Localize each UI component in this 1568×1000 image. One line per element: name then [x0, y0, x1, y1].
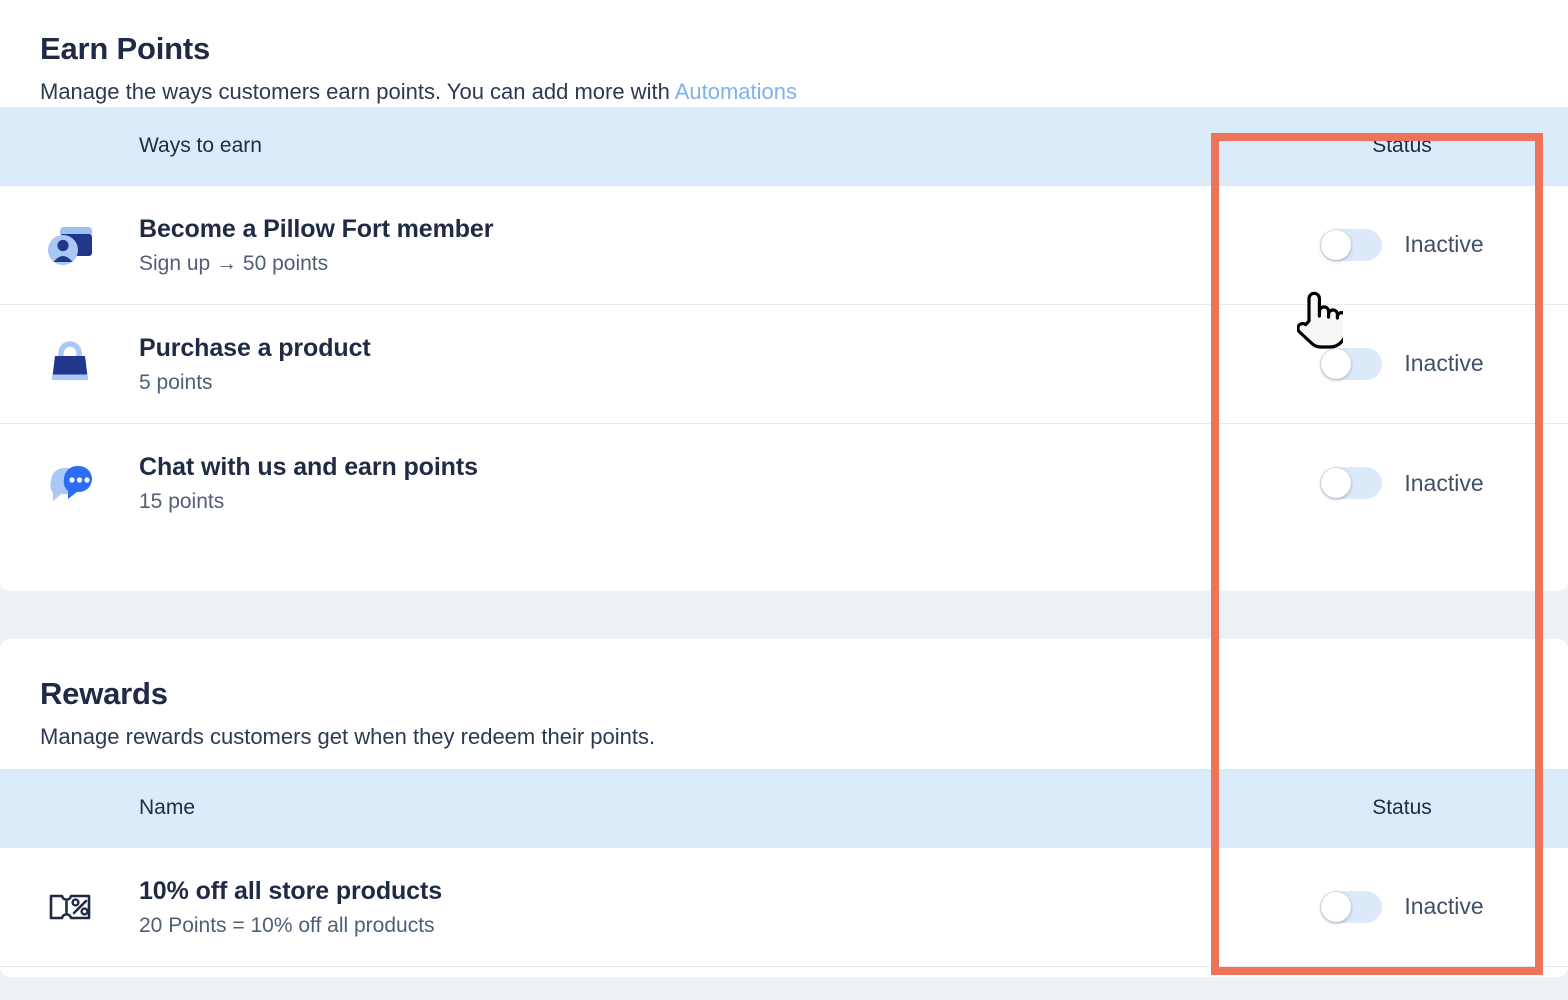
rewards-row-texts-0: 10% off all store products 20 Points = 1… — [139, 876, 442, 938]
earn-row-main-0: Become a Pillow Fort member Sign up → 50… — [0, 214, 1236, 276]
toggle-knob — [1321, 348, 1352, 379]
rewards-row-subtitle-0: 20 Points = 10% off all products — [139, 913, 435, 937]
rewards-subtitle: Manage rewards customers get when they r… — [40, 724, 656, 750]
earn-status-label-2: Inactive — [1404, 469, 1484, 496]
rewards-status-label-0: Inactive — [1404, 893, 1484, 920]
earn-row-title-1: Purchase a product — [139, 333, 371, 362]
page-root: Earn Points Manage the ways customers ea… — [0, 0, 1568, 1000]
earn-row-texts-2: Chat with us and earn points 15 points — [139, 452, 478, 514]
shopping-bag-icon — [40, 334, 100, 394]
discount-coupon-icon — [40, 877, 100, 937]
table-row[interactable]: Become a Pillow Fort member Sign up → 50… — [0, 185, 1568, 305]
earn-row-texts-0: Become a Pillow Fort member Sign up → 50… — [139, 214, 493, 276]
earn-toggle-wrap-1: Inactive — [1320, 347, 1484, 380]
rewards-column-header-name: Name — [139, 796, 196, 820]
earn-row-subtitle-1: 5 points — [139, 370, 213, 394]
chat-bubbles-icon — [40, 453, 100, 513]
earn-column-header-status: Status — [1372, 134, 1432, 158]
page-title: Earn Points — [40, 31, 211, 66]
earn-row-texts-1: Purchase a product 5 points — [139, 333, 371, 395]
earn-row-subtitle-2: 15 points — [139, 490, 225, 514]
earn-row-main-2: Chat with us and earn points 15 points — [0, 452, 1236, 514]
rewards-row-status-0: Inactive — [1236, 890, 1568, 923]
toggle-knob — [1321, 229, 1352, 260]
table-row[interactable]: Purchase a product 5 points Inactive — [0, 304, 1568, 424]
earn-toggle-wrap-0: Inactive — [1314, 222, 1484, 267]
earn-row-title-0: Become a Pillow Fort member — [139, 214, 494, 243]
earn-table-header: Ways to earn Status — [0, 106, 1568, 186]
rewards-card: Rewards Manage rewards customers get whe… — [0, 639, 1568, 977]
membership-card-icon — [40, 215, 100, 275]
earn-row-main-1: Purchase a product 5 points — [0, 333, 1236, 395]
earn-points-card: Earn Points Manage the ways customers ea… — [0, 0, 1568, 591]
earn-row-title-2: Chat with us and earn points — [139, 453, 478, 482]
earn-toggle-wrap-2: Inactive — [1320, 467, 1484, 500]
earn-points-header: Earn Points Manage the ways customers ea… — [0, 0, 1568, 107]
earn-status-label-0: Inactive — [1404, 231, 1484, 258]
rewards-row-title-0: 10% off all store products — [139, 876, 443, 905]
rewards-table-header: Name Status — [0, 768, 1568, 848]
rewards-column-header-status: Status — [1372, 796, 1432, 820]
table-row[interactable]: Chat with us and earn points 15 points I… — [0, 423, 1568, 543]
automations-link[interactable]: Automations — [675, 79, 797, 104]
toggle-knob — [1321, 468, 1352, 499]
rewards-title: Rewards — [40, 676, 168, 711]
rewards-toggle-wrap-0: Inactive — [1320, 890, 1484, 923]
earn-row-status-1: Inactive — [1236, 347, 1568, 380]
toggle-knob — [1321, 891, 1352, 922]
rewards-status-toggle-0[interactable] — [1320, 890, 1383, 923]
earn-status-toggle-1[interactable] — [1320, 347, 1383, 380]
earn-row-status-2: Inactive — [1236, 467, 1568, 500]
earn-row-status-0: Inactive — [1236, 222, 1568, 267]
earn-status-label-1: Inactive — [1404, 350, 1484, 377]
rewards-row-main-0: 10% off all store products 20 Points = 1… — [0, 876, 1236, 938]
earn-column-header-name: Ways to earn — [139, 134, 262, 158]
earn-status-toggle-2[interactable] — [1320, 467, 1383, 500]
earn-points-subtitle: Manage the ways customers earn points. Y… — [40, 77, 1568, 107]
earn-row-subtitle-0: Sign up → 50 points — [139, 251, 329, 275]
rewards-header: Rewards Manage rewards customers get whe… — [0, 639, 1568, 752]
table-row[interactable]: 10% off all store products 20 Points = 1… — [0, 847, 1568, 967]
earn-points-subtitle-text: Manage the ways customers earn points. Y… — [40, 79, 675, 105]
earn-status-toggle-0[interactable] — [1314, 222, 1389, 267]
